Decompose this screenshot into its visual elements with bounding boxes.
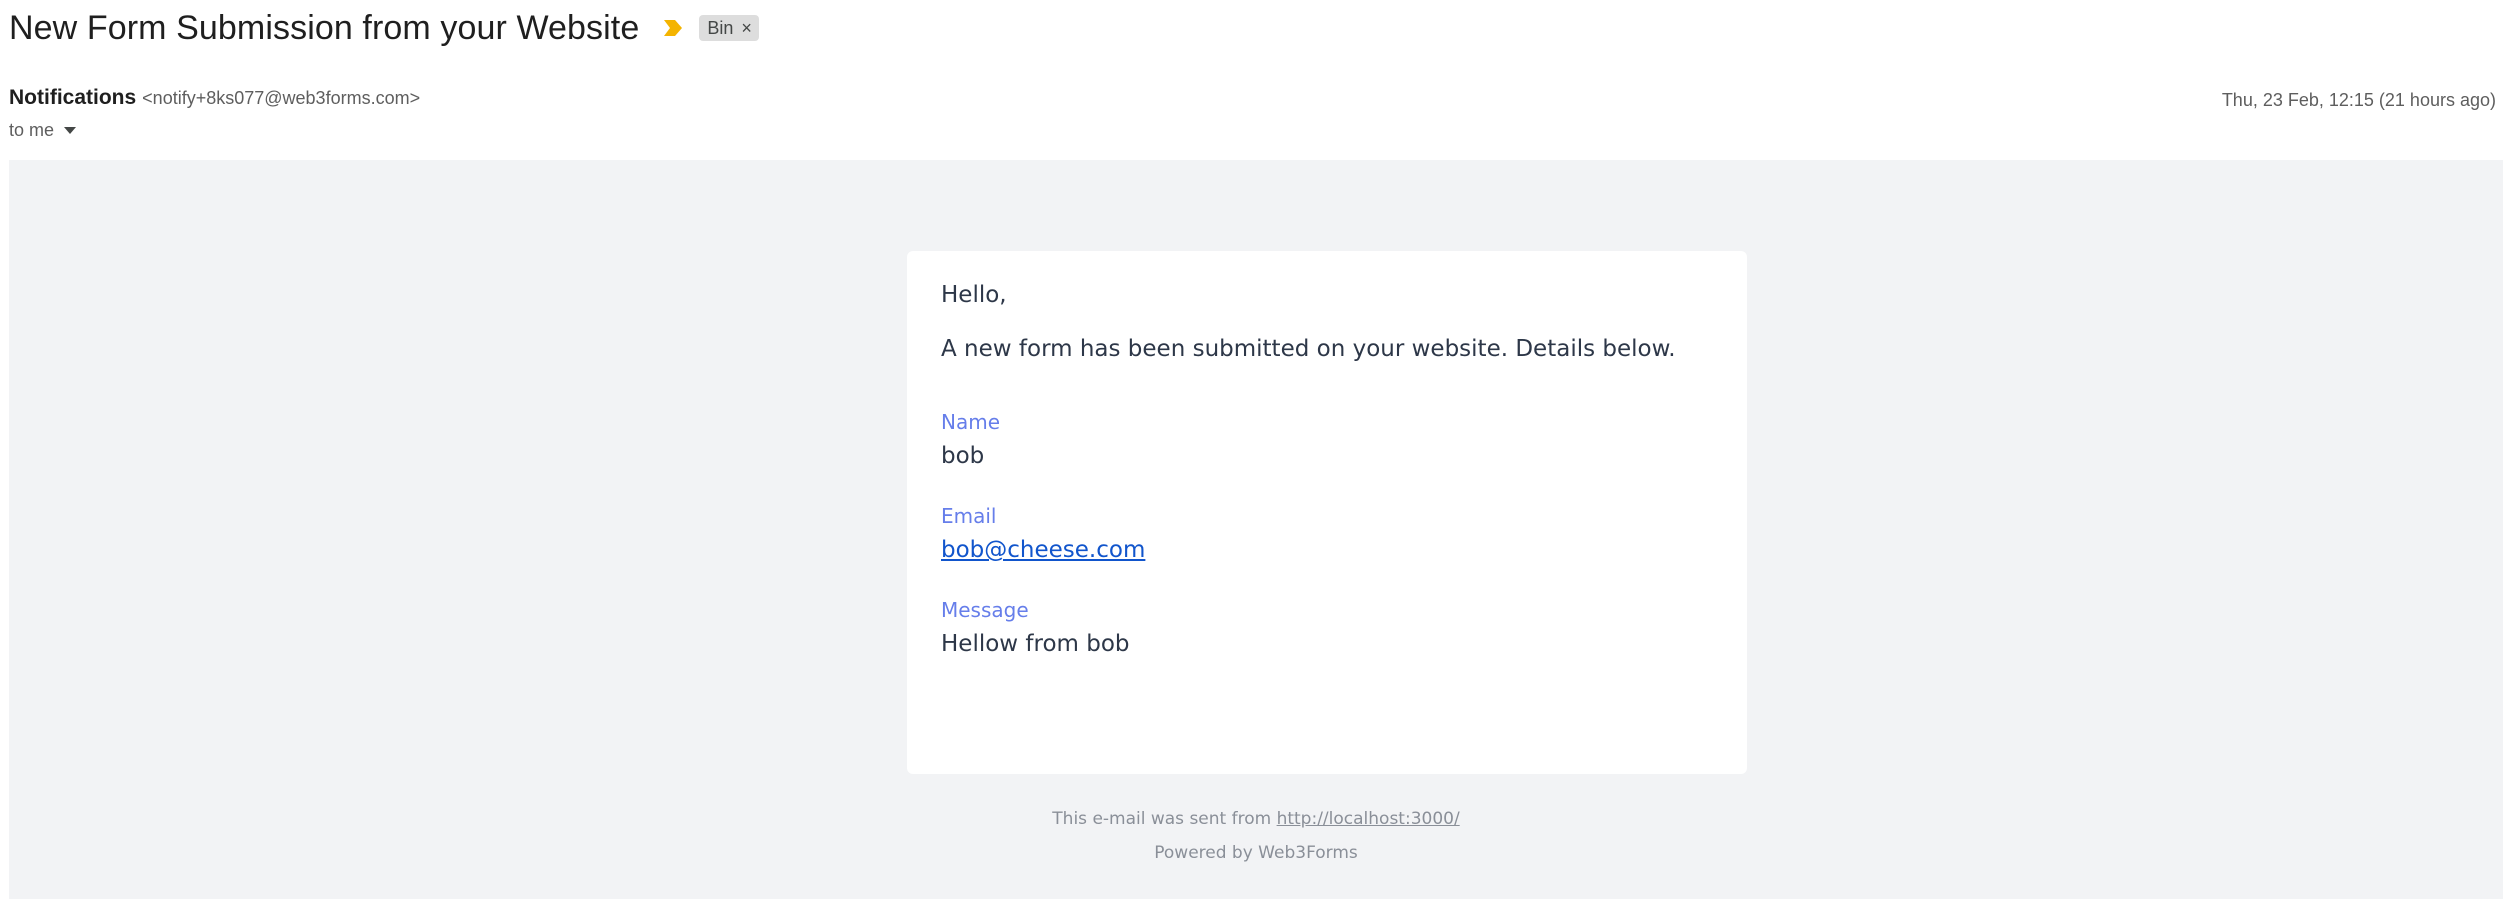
field-label: Email [941,504,997,529]
field-label: Message [941,598,1029,623]
remove-label-icon[interactable]: × [741,19,752,37]
email-date[interactable]: Thu, 23 Feb, 12:15 (21 hours ago) [2222,90,2496,111]
email-body: Hello, A new form has been submitted on … [9,160,2503,899]
field-value: Hellow from bob [941,631,1130,658]
sender-email: <notify+8ks077@web3forms.com> [142,88,421,108]
field-name: Name bob [941,410,1713,469]
recipients-toggle[interactable]: to me [9,120,77,141]
importance-marker-icon[interactable] [661,16,685,40]
field-message: Message Hellow from bob [941,598,1713,657]
powered-by: Powered by Web3Forms [1154,843,1358,863]
email-subject: New Form Submission from your Website [9,8,640,47]
intro-text: A new form has been submitted on your we… [941,336,1676,363]
submission-card: Hello, A new form has been submitted on … [907,251,1747,774]
greeting: Hello, [941,282,1007,308]
field-email: Email bob@cheese.com [941,504,1713,563]
sent-from-link[interactable]: http://localhost:3000/ [1277,809,1460,829]
email-header: New Form Submission from your Website Bi… [9,0,759,56]
label-chip-text: Bin [707,17,734,38]
field-value: bob@cheese.com [941,537,1713,563]
email-footer: This e-mail was sent from http://localho… [9,802,2503,870]
chevron-down-icon[interactable] [64,127,77,134]
field-label: Name [941,410,1001,435]
field-value: bob [941,443,985,470]
email-link[interactable]: bob@cheese.com [941,537,1145,563]
sender-info: Notifications <notify+8ks077@web3forms.c… [9,86,420,110]
sender-name[interactable]: Notifications [9,86,136,110]
sent-from-line: This e-mail was sent from http://localho… [9,802,2503,836]
sent-from-text: This e-mail was sent from [1052,809,1277,829]
recipients-label: to me [9,120,55,140]
label-chip-bin[interactable]: Bin × [699,15,759,41]
